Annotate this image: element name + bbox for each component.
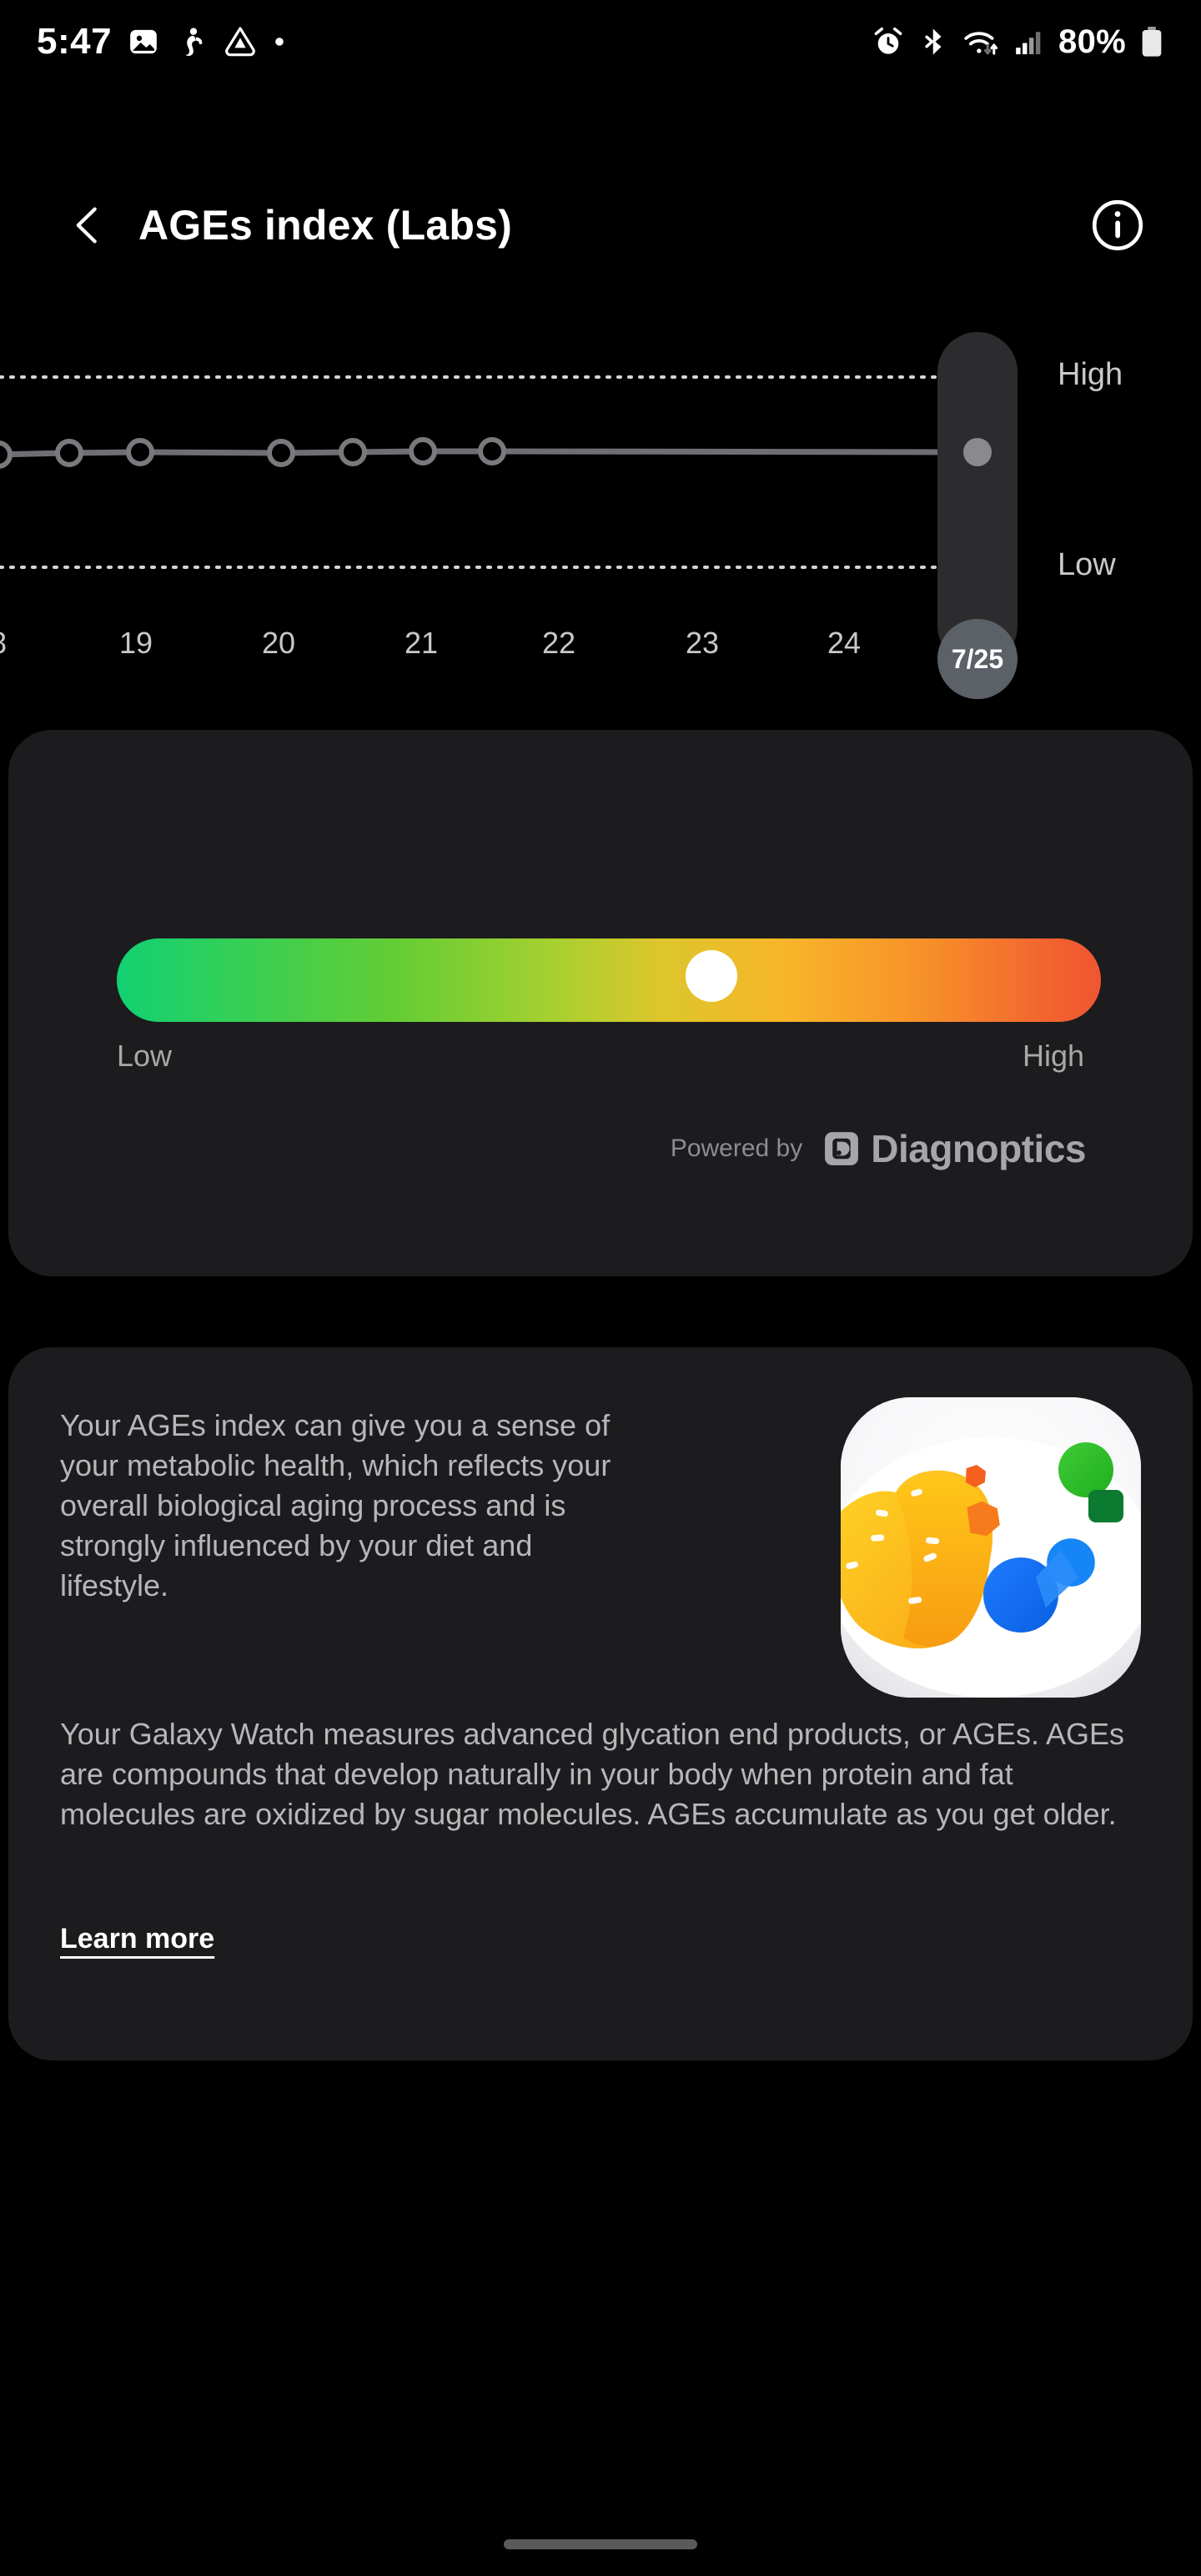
back-button[interactable] [48, 185, 128, 265]
chart-selected-point [963, 438, 992, 466]
info-circle-icon [1092, 199, 1143, 251]
diagnoptics-logo-icon [825, 1132, 859, 1165]
chart-selected-date-label: 7/25 [951, 643, 1004, 674]
status-bar: 5:47 80% [0, 0, 1201, 83]
wifi-icon [964, 32, 998, 55]
diagnoptics-brand: Diagnoptics [822, 1126, 1086, 1171]
page-title: AGEs index (Labs) [138, 202, 512, 249]
ages-molecule-illustration-icon [841, 1397, 1141, 1698]
chart-selected-point-layer [963, 438, 992, 466]
battery-percent: 80% [1058, 23, 1126, 60]
ages-gauge-indicator [686, 950, 737, 1002]
gauge-high-label: High [1022, 1039, 1084, 1073]
fitness-icon [185, 28, 203, 57]
gauge-low-label: Low [117, 1039, 173, 1073]
ages-trend-chart[interactable]: High Low 8 19 20 21 22 23 24 7/25 [0, 325, 1201, 709]
info-button[interactable] [1086, 194, 1149, 257]
status-bar-right: 80% [872, 23, 1164, 61]
info-paragraph-2: Your Galaxy Watch measures advanced glyc… [60, 1717, 1124, 1831]
dot-indicator-icon [275, 38, 284, 46]
signal-icon [1016, 32, 1041, 55]
gallery-icon [130, 29, 157, 54]
brand-name: Diagnoptics [871, 1127, 1086, 1170]
status-time: 5:47 [37, 21, 113, 62]
bluetooth-icon [925, 28, 942, 55]
chart-selected-date-badge[interactable]: 7/25 [937, 619, 1018, 699]
ages-gauge-card: Low High Powered by Diagnoptics [8, 730, 1193, 1276]
home-indicator[interactable] [504, 2539, 697, 2549]
app-header: AGEs index (Labs) [0, 175, 1201, 275]
powered-by-block: Powered by Diagnoptics [670, 1126, 1087, 1171]
learn-more-link[interactable]: Learn more [60, 1923, 214, 1955]
powered-by-label: Powered by [670, 1135, 803, 1162]
triangle-app-icon [225, 27, 255, 57]
ages-gauge-bar[interactable] [117, 938, 1101, 1022]
chevron-left-icon [76, 207, 97, 244]
status-bar-left: 5:47 [37, 21, 287, 63]
battery-icon [1142, 27, 1162, 57]
alarm-icon [874, 27, 902, 54]
info-paragraph-1: Your AGEs index can give you a sense of … [60, 1408, 611, 1602]
ages-info-card: Your AGEs index can give you a sense of … [8, 1347, 1193, 2060]
